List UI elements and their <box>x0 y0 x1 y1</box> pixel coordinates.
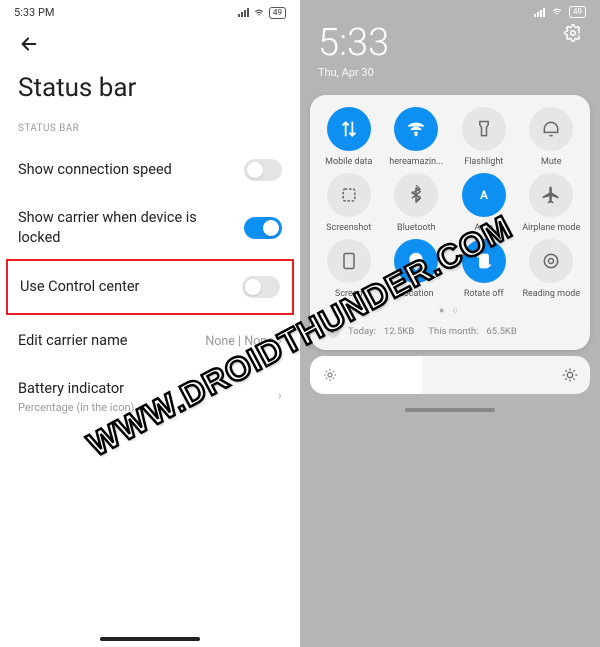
tiles-grid: Mobile data hereamazin... Flashlight Mute Sc… <box>316 107 584 299</box>
tile-label: hereamazin... <box>389 157 443 167</box>
clock-date: Thu, Apr 30 <box>318 66 389 79</box>
mute-icon <box>529 107 573 151</box>
screenshot-icon <box>327 173 371 217</box>
tile-label: Screenshot <box>326 223 371 233</box>
signal-icon <box>238 8 249 17</box>
settings-screen: 5:33 PM 49 Status bar STATUS BAR Show co… <box>0 0 300 647</box>
row-connection-speed[interactable]: Show connection speed <box>0 144 300 196</box>
tile-screenshot[interactable]: Screenshot <box>316 173 382 233</box>
wifi-icon <box>551 7 563 17</box>
tile-label: Auto <box>474 223 493 233</box>
auto-icon: A <box>462 173 506 217</box>
row-value: None | None › <box>205 333 282 349</box>
battery-icon: 49 <box>569 6 586 18</box>
row-edit-carrier[interactable]: Edit carrier name None | None › <box>0 315 300 367</box>
row-sublabel: Percentage (in the icon) <box>18 401 134 414</box>
wifi-icon <box>253 8 265 18</box>
status-time: 5:33 PM <box>14 6 54 19</box>
settings-button[interactable] <box>564 24 582 46</box>
row-label: Edit carrier name <box>18 331 127 351</box>
battery-icon: 49 <box>269 7 286 19</box>
clock-block: 5:33 Thu, Apr 30 <box>300 18 600 89</box>
tile-wifi[interactable]: hereamazin... <box>384 107 450 167</box>
tile-label: Screen <box>335 289 363 299</box>
status-bar-left: 5:33 PM 49 <box>0 0 300 21</box>
chevron-right-icon: › <box>278 333 282 349</box>
tile-label: Reading mode <box>522 289 580 299</box>
section-label: STATUS BAR <box>0 117 300 144</box>
info-icon: ◐ <box>326 324 340 338</box>
signal-icon <box>534 8 545 17</box>
tile-screen[interactable]: Screen <box>316 239 382 299</box>
row-carrier-locked[interactable]: Show carrier when device is locked <box>0 196 300 259</box>
row-battery-indicator[interactable]: Battery indicator Percentage (in the ico… <box>0 367 300 426</box>
row-label: Show connection speed <box>18 160 172 180</box>
row-label: Battery indicator <box>18 379 134 399</box>
row-label: Show carrier when device is locked <box>18 208 208 247</box>
tile-label: Location <box>399 289 434 299</box>
bluetooth-icon <box>394 173 438 217</box>
tile-label: Rotate off <box>464 289 504 299</box>
tile-rotate[interactable]: Rotate off <box>451 239 517 299</box>
status-icons-left: 49 <box>238 7 286 19</box>
back-button[interactable] <box>18 40 40 59</box>
screen-icon <box>327 239 371 283</box>
tile-auto[interactable]: A Auto <box>451 173 517 233</box>
tile-label: Flashlight <box>464 157 503 167</box>
tile-flashlight[interactable]: Flashlight <box>451 107 517 167</box>
svg-text:A: A <box>480 188 488 202</box>
highlight-box: Use Control center <box>6 259 294 315</box>
rotate-icon <box>462 239 506 283</box>
brightness-slider[interactable] <box>310 356 590 394</box>
tile-label: Airplane mode <box>522 223 580 233</box>
row-text: Battery indicator Percentage (in the ico… <box>18 379 134 414</box>
tile-label: Mobile data <box>325 157 372 167</box>
row-control-center[interactable]: Use Control center <box>8 261 292 313</box>
row-label: Use Control center <box>20 277 139 297</box>
toggle-control-center[interactable] <box>242 276 280 298</box>
tile-label: Mute <box>541 157 562 167</box>
chevron-right-icon: › <box>278 388 282 404</box>
tile-reading[interactable]: Reading mode <box>519 239 585 299</box>
status-bar-right: 49 <box>300 0 600 18</box>
wifi-icon <box>394 107 438 151</box>
tile-airplane[interactable]: Airplane mode <box>519 173 585 233</box>
location-icon <box>394 239 438 283</box>
clock-time: 5:33 <box>318 24 389 62</box>
control-center-screen: 49 5:33 Thu, Apr 30 Mobile data hereamazi… <box>300 0 600 647</box>
brightness-high-icon <box>562 367 578 383</box>
flashlight-icon <box>462 107 506 151</box>
airplane-icon <box>529 173 573 217</box>
home-indicator[interactable] <box>405 408 495 412</box>
tile-bluetooth[interactable]: Bluetooth <box>384 173 450 233</box>
page-dots[interactable]: ● ○ <box>316 299 584 320</box>
quick-settings-panel: Mobile data hereamazin... Flashlight Mute Sc… <box>310 95 590 350</box>
mobile-data-icon <box>327 107 371 151</box>
toggle-connection-speed[interactable] <box>244 159 282 181</box>
tile-mobile-data[interactable]: Mobile data <box>316 107 382 167</box>
reading-icon <box>529 239 573 283</box>
tile-location[interactable]: Location <box>384 239 450 299</box>
brightness-low-icon <box>322 367 338 383</box>
data-usage[interactable]: ◐ Today: 12.5KB This month: 65.5KB <box>316 320 584 342</box>
home-indicator[interactable] <box>100 637 200 641</box>
page-title: Status bar <box>0 65 300 117</box>
toggle-carrier-locked[interactable] <box>244 217 282 239</box>
tile-label: Bluetooth <box>397 223 436 233</box>
tile-mute[interactable]: Mute <box>519 107 585 167</box>
